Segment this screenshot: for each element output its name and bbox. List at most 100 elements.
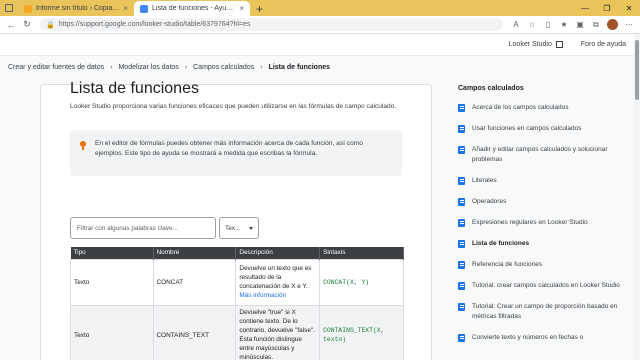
cell-name: CONTAINS_TEXT [152, 304, 237, 360]
close-window-button[interactable]: ✕ [618, 4, 640, 13]
open-external-icon [555, 41, 563, 48]
looker-studio-label: Looker Studio [508, 41, 552, 48]
looker-studio-link[interactable]: Looker Studio [509, 41, 563, 48]
sidebar-item-label: Literales [472, 177, 497, 184]
sidebar-item-label: Operadores [472, 198, 507, 205]
address-bar[interactable]: 🔒 https://support.google.com/looker-stud… [40, 18, 503, 31]
intro-text: Looker Studio proporciona varias funcion… [70, 103, 397, 110]
tip-text: En el editor de fórmulas puedes obtener … [95, 140, 363, 157]
google-help-favicon-icon [140, 4, 148, 13]
document-icon [458, 261, 465, 269]
document-icon [458, 104, 465, 112]
sidebar-item[interactable]: Tutorial: Crear un campo de proporción b… [458, 302, 628, 322]
sidebar-item-label: Tutorial: crear campos calculados en Loo… [472, 282, 620, 289]
sidebar-item-active[interactable]: Lista de funciones [458, 239, 628, 249]
browser-tab-report[interactable]: Informe sin título › Copia de Versi × [18, 1, 134, 16]
sidebar-item-label: Lista de funciones [472, 240, 530, 247]
table-header-row: Tipo Nombre Descripción Sintaxis [70, 247, 404, 259]
document-icon [458, 146, 465, 154]
breadcrumb-separator-icon: › [260, 64, 263, 71]
description-text: Devuelve un texto que es resultado de la… [239, 265, 312, 290]
breadcrumb-current: Lista de funciones [268, 64, 331, 71]
sidebar-item[interactable]: Operadores [458, 197, 628, 207]
document-icon [458, 177, 465, 185]
sidebar-item[interactable]: Expresiones regulares en Looker Studio [458, 218, 628, 228]
sidebar-item-label: Expresiones regulares en Looker Studio [472, 219, 588, 226]
breadcrumb-item[interactable]: Campos calculados [193, 64, 254, 71]
sidebar-item[interactable]: Convierte texto y números en fechas o [458, 333, 628, 343]
new-tab-button[interactable]: + [250, 2, 269, 16]
breadcrumb-separator-icon: › [110, 64, 113, 71]
sidebar-item-label: Convierte texto y números en fechas o [472, 334, 584, 341]
sidebar-nav: Campos calculados Acerca de los campos c… [458, 85, 628, 354]
document-icon [458, 334, 465, 342]
cell-type: Texto [70, 304, 154, 360]
tab-title: Lista de funciones - Ayuda de Loo [152, 5, 235, 12]
column-header: Nombre [153, 247, 237, 259]
sidebar-item-label: Usar funciones en campos calculados [472, 125, 582, 132]
page-scrollbar[interactable] [634, 34, 640, 360]
breadcrumb-item[interactable]: Modelizar los datos [118, 64, 178, 71]
sidebar-item-label: Referencia de funciones [472, 261, 543, 268]
lock-icon[interactable]: 🔒 [46, 21, 55, 29]
column-header: Tipo [70, 247, 154, 259]
back-icon[interactable]: ← [4, 18, 18, 32]
breadcrumb: Crear y editar fuentes de datos › Modeli… [8, 64, 330, 71]
sidebar-heading: Campos calculados [458, 85, 524, 92]
sidebar-item[interactable]: Añadir y editar campos calculados y solu… [458, 145, 628, 165]
sidebar-item[interactable]: Tutorial: crear campos calculados en Loo… [458, 281, 628, 291]
column-header: Sintaxis [319, 247, 404, 259]
sidebar-item-label: Añadir y editar campos calculados y solu… [472, 146, 608, 163]
browser-tab-strip: Informe sin título › Copia de Versi × Li… [0, 0, 640, 16]
lightbulb-icon [80, 141, 86, 151]
collections-icon[interactable]: ▣ [573, 18, 587, 32]
close-tab-icon[interactable]: × [123, 4, 128, 13]
sidebar-item-label: Acerca de los campos calculados [472, 104, 569, 111]
minimize-button[interactable]: — [574, 4, 596, 13]
document-icon [458, 219, 465, 227]
favorite-star-icon[interactable]: ☆ [525, 18, 539, 32]
looker-studio-favicon-icon [24, 4, 32, 13]
site-header: Looker Studio Foro de ayuda [0, 34, 640, 56]
cell-type: Texto [70, 258, 154, 306]
favorites-icon[interactable]: ★ [557, 18, 571, 32]
extensions-icon[interactable]: ⧉ [589, 18, 603, 32]
dropdown-arrow-icon [249, 226, 253, 230]
browser-tab-help[interactable]: Lista de funciones - Ayuda de Loo × [134, 1, 250, 16]
cell-name: CONCAT [152, 258, 237, 306]
cell-description: Devuelve "true" si X contiene texto. De … [235, 304, 321, 360]
more-info-link[interactable]: Más información [239, 292, 286, 299]
tab-title: Informe sin título › Copia de Versi [36, 5, 119, 12]
cell-syntax: CONTAINS_TEXT(X, texto) [319, 304, 404, 360]
cell-syntax: CONCAT(X, Y) [319, 258, 404, 306]
document-icon [458, 303, 465, 311]
table-row: Texto CONCAT Devuelve un texto que es re… [70, 258, 404, 306]
tab-actions-icon[interactable] [0, 0, 18, 16]
document-icon [458, 125, 465, 133]
type-filter-select[interactable]: Tex... [219, 217, 259, 239]
breadcrumb-item[interactable]: Crear y editar fuentes de datos [8, 64, 104, 71]
sidebar-item[interactable]: Referencia de funciones [458, 260, 628, 270]
more-menu-icon[interactable]: ⋯ [622, 18, 636, 32]
sidebar-item[interactable]: Usar funciones en campos calculados [458, 124, 628, 134]
help-forum-link[interactable]: Foro de ayuda [581, 41, 626, 48]
sidebar-item[interactable]: Literales [458, 176, 628, 186]
sidebar-item-label: Tutorial: Crear un campo de proporción b… [472, 303, 618, 320]
breadcrumb-separator-icon: › [184, 64, 188, 71]
document-icon [458, 282, 465, 290]
document-icon [458, 240, 465, 248]
sidebar-item[interactable]: Acerca de los campos calculados [458, 103, 628, 113]
functions-table: Tipo Nombre Descripción Sintaxis Texto C… [70, 247, 404, 360]
reload-icon[interactable]: ↻ [20, 18, 34, 32]
column-header: Descripción [235, 247, 321, 259]
window-controls: — ❐ ✕ [574, 0, 640, 16]
maximize-button[interactable]: ❐ [596, 4, 618, 13]
table-row: Texto CONTAINS_TEXT Devuelve "true" si X… [70, 304, 404, 360]
keyword-filter-input[interactable]: Filtrar con algunas palabras clave... [70, 217, 216, 239]
read-aloud-icon[interactable]: A [509, 18, 523, 32]
scrollbar-thumb[interactable] [635, 40, 639, 100]
browser-toolbar: ← ↻ 🔒 https://support.google.com/looker-… [0, 16, 640, 34]
split-screen-icon[interactable]: ▯ [541, 18, 555, 32]
close-tab-icon[interactable]: × [239, 4, 244, 13]
profile-avatar[interactable] [607, 19, 618, 30]
